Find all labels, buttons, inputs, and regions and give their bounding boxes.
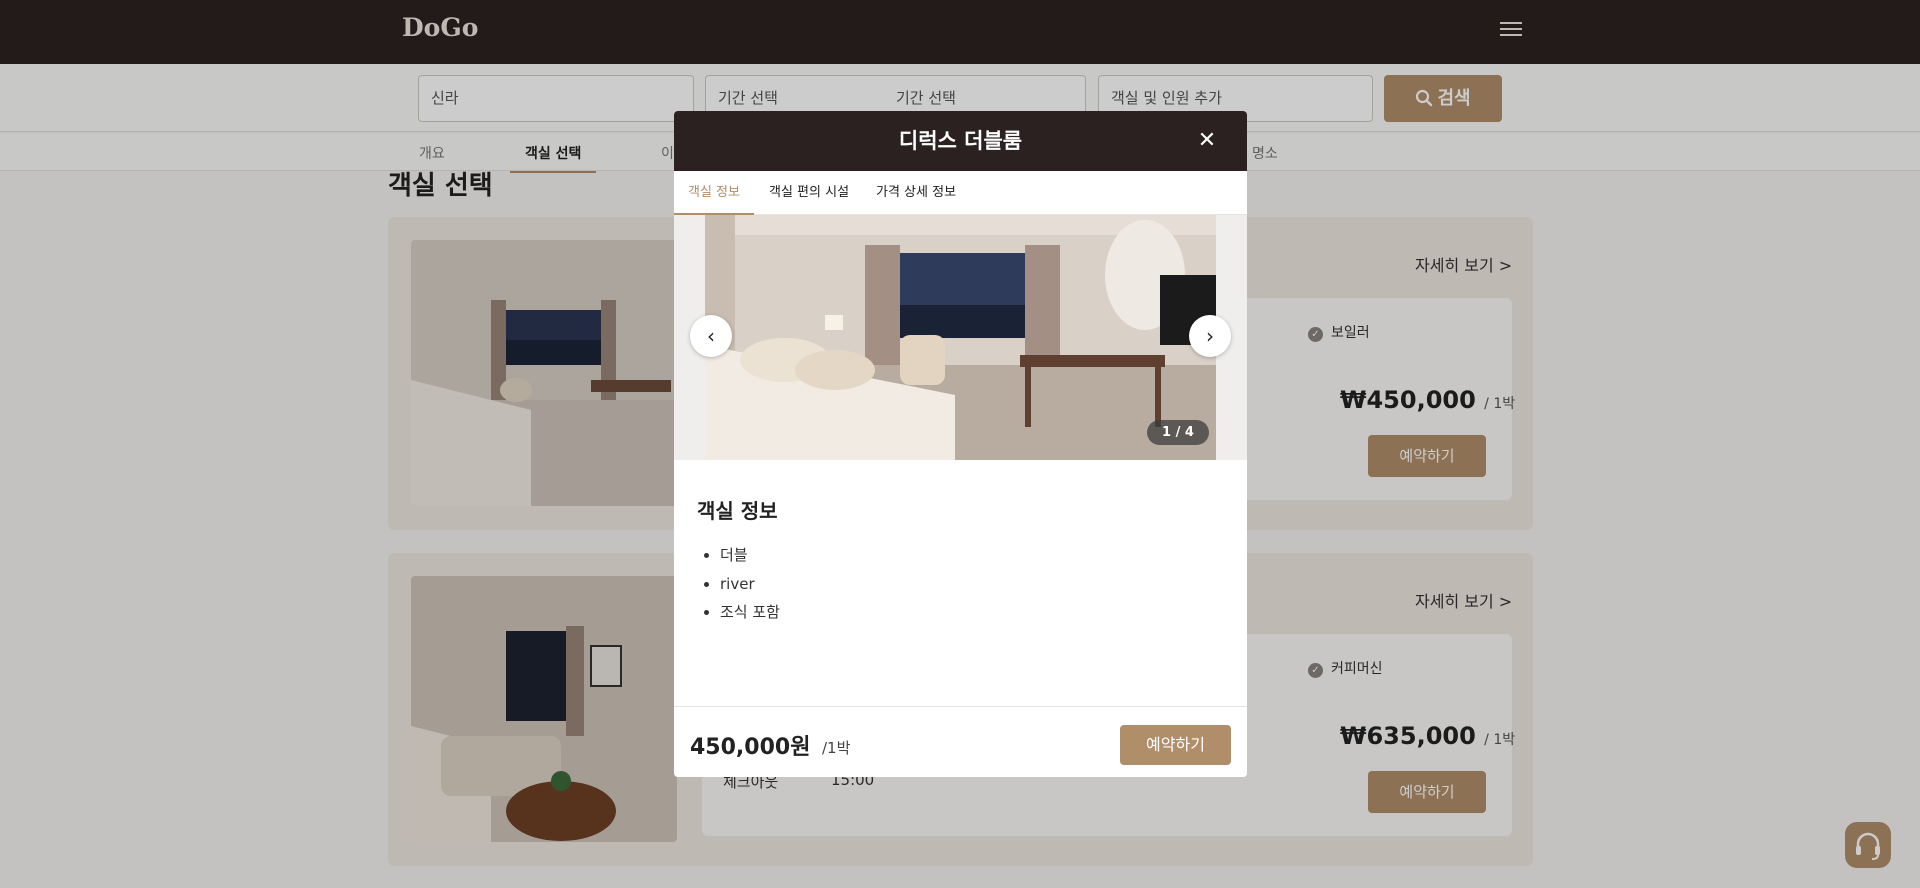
modal-reserve-button[interactable]: 예약하기 (1120, 725, 1231, 765)
list-item: 조식 포함 (720, 598, 780, 627)
photo-counter: 1 / 4 (1147, 420, 1209, 445)
prev-photo-button[interactable]: ‹ (690, 315, 732, 357)
modal-price: 450,000원 (690, 735, 811, 760)
tab-room-info[interactable]: 객실 정보 (674, 171, 754, 215)
list-item: river (720, 570, 780, 599)
photo-gallery: ‹ › 1 / 4 (674, 215, 1247, 460)
modal-title: 디럭스 더블룸 (898, 129, 1023, 153)
modal-footer: 450,000원 /1박 예약하기 (674, 706, 1247, 777)
next-photo-button[interactable]: › (1189, 315, 1231, 357)
gallery-photo (705, 215, 1216, 460)
close-icon[interactable]: ✕ (1192, 126, 1222, 156)
tab-room-amenities[interactable]: 객실 편의 시설 (769, 171, 849, 215)
room-info-title: 객실 정보 (697, 499, 778, 523)
list-item: 더블 (720, 541, 780, 570)
modal-price-unit: /1박 (822, 739, 851, 757)
modal-tabs: 객실 정보 객실 편의 시설 가격 상세 정보 (674, 171, 1247, 215)
tab-price-details[interactable]: 가격 상세 정보 (876, 171, 956, 215)
modal-header: 디럭스 더블룸 ✕ (674, 111, 1247, 171)
room-detail-modal: 디럭스 더블룸 ✕ 객실 정보 객실 편의 시설 가격 상세 정보 ‹ › 1 … (674, 111, 1247, 777)
room-info-list: 더블 river 조식 포함 (720, 541, 780, 627)
